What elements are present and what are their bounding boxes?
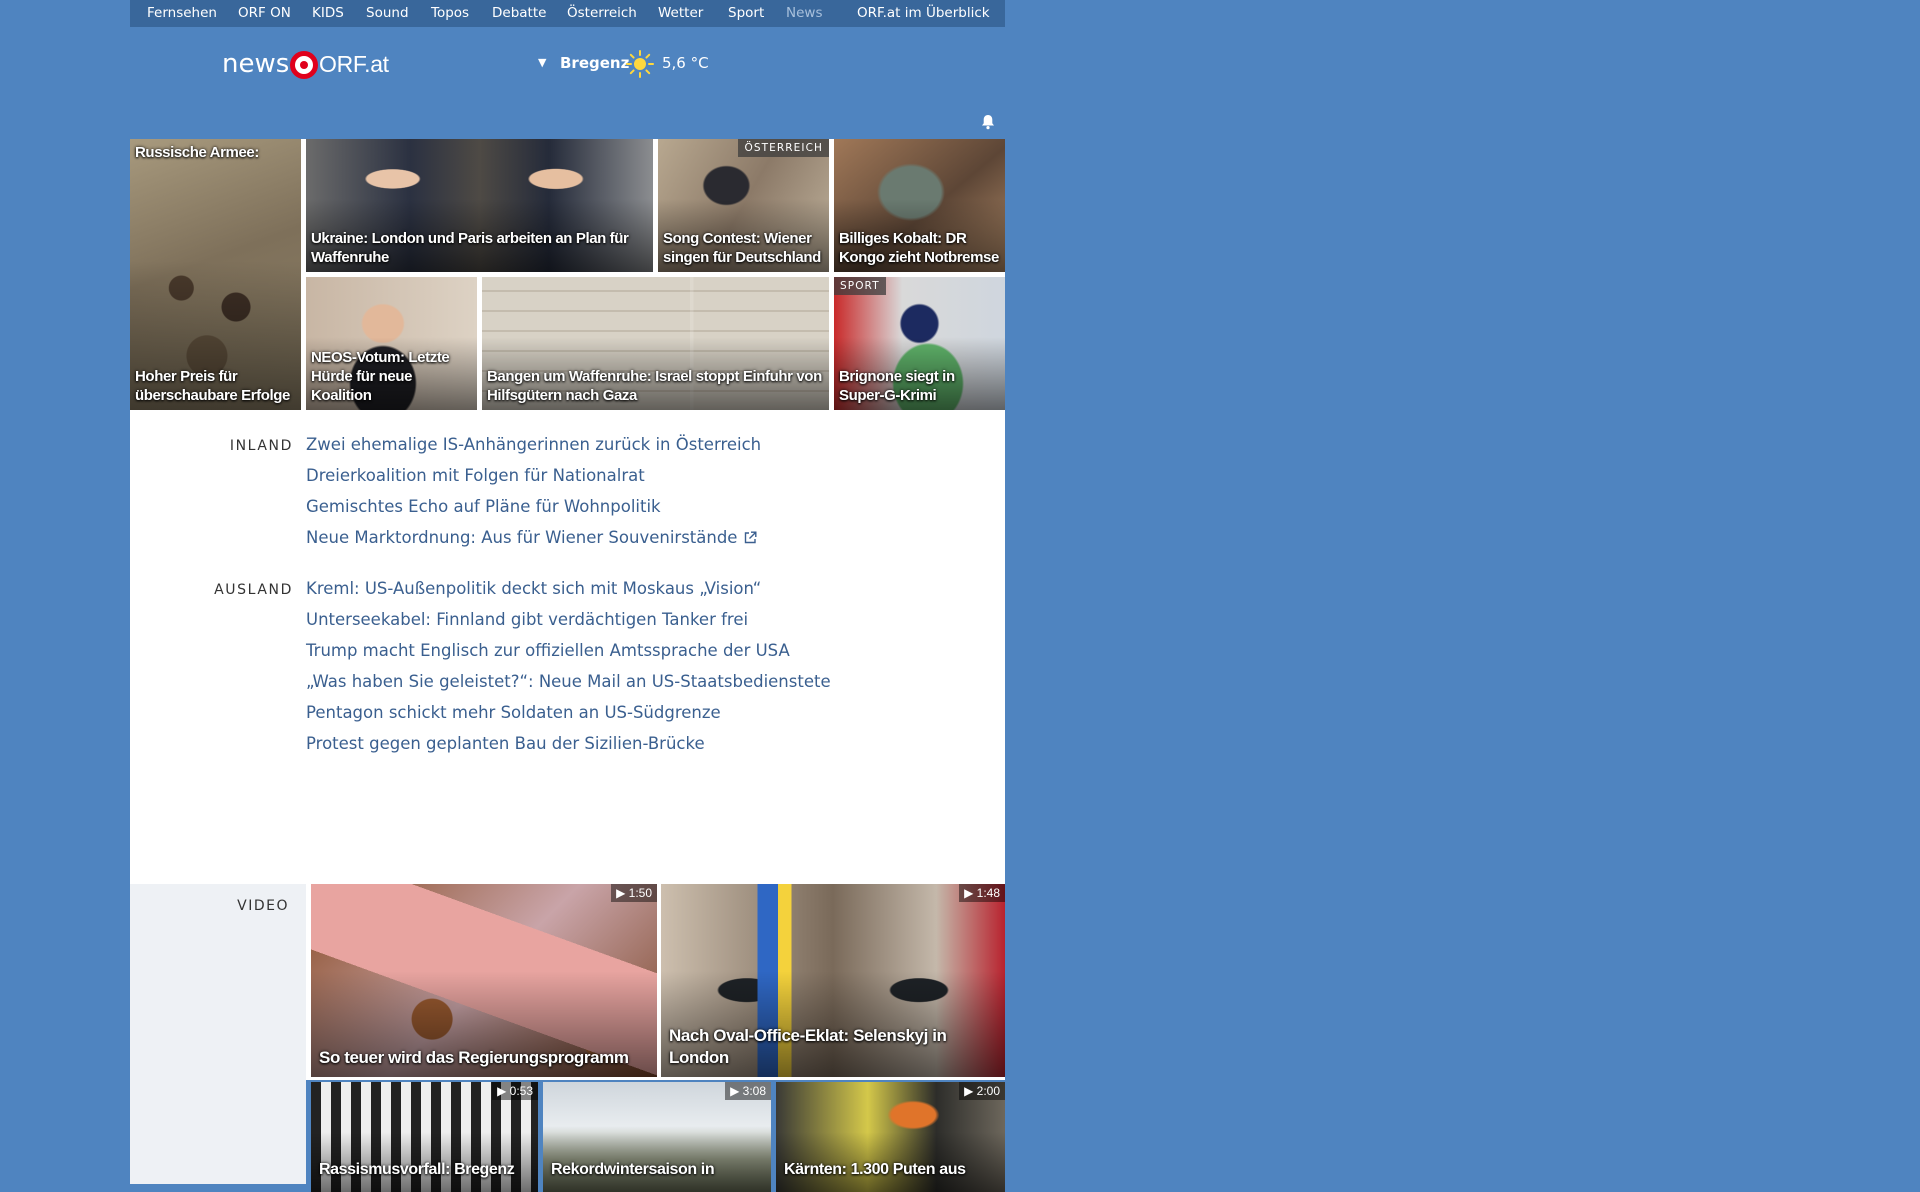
teaser-caption: Billiges Kobalt: DR Kongo zieht Notbrems…: [839, 229, 1002, 267]
video-section-bg: [130, 884, 306, 1184]
teaser-brignone[interactable]: SPORT Brignone siegt in Super-G-Krimi: [834, 277, 1005, 410]
headline-ausland-6[interactable]: Protest gegen geplanten Bau der Sizilien…: [306, 734, 705, 753]
headline-ausland-5[interactable]: Pentagon schickt mehr Soldaten an US-Süd…: [306, 703, 721, 722]
teaser-caption: Brignone siegt in Super-G-Krimi: [839, 367, 1002, 405]
logo-news-text: news: [222, 49, 289, 79]
headline-ausland-4[interactable]: „Was haben Sie geleistet?“: Neue Mail an…: [306, 672, 831, 691]
headline-ausland-3[interactable]: Trump macht Englisch zur offiziellen Amt…: [306, 641, 790, 660]
teaser-caption: NEOS-Votum: Letzte Hürde für neue Koalit…: [311, 348, 474, 405]
video-duration-value: 1:48: [977, 886, 1000, 900]
video-duration-value: 1:50: [629, 886, 652, 900]
section-label-ausland: AUSLAND: [214, 582, 293, 598]
nav-fernsehen[interactable]: Fernsehen: [147, 5, 217, 21]
video-caption: So teuer wird das Regierungsprogramm: [319, 1047, 654, 1069]
top-navigation: Fernsehen ORF ON KIDS Sound Topos Debatt…: [130, 0, 1005, 27]
video-duration: ▶ 3:08: [725, 1082, 771, 1100]
orf-eye-icon: [290, 51, 318, 79]
weather-temperature: 5,6 °C: [662, 54, 709, 72]
nav-oesterreich[interactable]: Österreich: [567, 5, 637, 21]
logo-orf-text: ORF.at: [319, 51, 389, 78]
content-panel: Russische Armee: Hoher Preis für übersch…: [130, 104, 1005, 1080]
teaser-ukraine[interactable]: Ukraine: London und Paris arbeiten an Pl…: [306, 139, 653, 272]
sun-icon: [626, 50, 654, 78]
teaser-caption: Song Contest: Wiener singen für Deutschl…: [663, 229, 826, 267]
dropdown-triangle-icon: ▼: [538, 56, 546, 69]
nav-sport[interactable]: Sport: [728, 5, 764, 21]
nav-topos[interactable]: Topos: [431, 5, 469, 21]
headline-inland-1[interactable]: Zwei ehemalige IS-Anhängerinnen zurück i…: [306, 435, 761, 454]
nav-kids[interactable]: KIDS: [312, 5, 344, 21]
site-header: news ORF.at ▼ Bregenz 5,6 °C: [130, 27, 1005, 104]
teaser-caption: Hoher Preis für überschaubare Erfolge: [135, 367, 298, 405]
headline-inland-2[interactable]: Dreierkoalition mit Folgen für Nationalr…: [306, 466, 645, 485]
teaser-caption-top: Russische Armee:: [135, 143, 298, 162]
video-rekordwintersaison[interactable]: ▶ 3:08 Rekordwintersaison in: [543, 1082, 771, 1192]
video-rassismusvorfall[interactable]: ▶ 0:53 Rassismusvorfall: Bregenz: [311, 1082, 538, 1192]
video-caption: Nach Oval-Office-Eklat: Selenskyj in Lon…: [669, 1025, 1002, 1069]
video-regierungsprogramm[interactable]: ▶ 1:50 So teuer wird das Regierungsprogr…: [311, 884, 657, 1077]
bell-icon[interactable]: [981, 114, 995, 130]
nav-sound[interactable]: Sound: [366, 5, 409, 21]
video-duration: ▶ 2:00: [959, 1082, 1005, 1100]
nav-news[interactable]: News: [786, 5, 822, 21]
video-selenskyj[interactable]: ▶ 1:48 Nach Oval-Office-Eklat: Selenskyj…: [661, 884, 1005, 1077]
headline-inland-3[interactable]: Gemischtes Echo auf Pläne für Wohnpoliti…: [306, 497, 661, 516]
section-label-video: VIDEO: [130, 898, 289, 914]
headline-ausland-1[interactable]: Kreml: US-Außenpolitik deckt sich mit Mo…: [306, 579, 761, 598]
teaser-caption: Bangen um Waffenruhe: Israel stoppt Einf…: [487, 367, 826, 405]
video-caption: Rekordwintersaison in: [551, 1160, 768, 1179]
teaser-kobalt[interactable]: Billiges Kobalt: DR Kongo zieht Notbrems…: [834, 139, 1005, 272]
headline-inland-4-row[interactable]: Neue Marktordnung: Aus für Wiener Souven…: [306, 528, 757, 547]
nav-wetter[interactable]: Wetter: [658, 5, 703, 21]
nav-orf-on[interactable]: ORF ON: [238, 5, 291, 21]
video-kaernten[interactable]: ▶ 2:00 Kärnten: 1.300 Puten aus: [776, 1082, 1005, 1192]
video-duration-value: 2:00: [977, 1084, 1000, 1098]
weather-city: Bregenz: [560, 54, 629, 72]
video-caption: Rassismusvorfall: Bregenz: [319, 1160, 535, 1179]
video-duration-value: 3:08: [743, 1084, 766, 1098]
video-duration: ▶ 0:53: [492, 1082, 538, 1100]
nav-overview[interactable]: ORF.at im Überblick: [857, 5, 990, 21]
headline-inland-4[interactable]: Neue Marktordnung: Aus für Wiener Souven…: [306, 528, 737, 547]
teaser-song-contest[interactable]: ÖSTERREICH Song Contest: Wiener singen f…: [658, 139, 829, 272]
category-tag: SPORT: [834, 277, 886, 295]
category-tag: ÖSTERREICH: [738, 139, 829, 157]
nav-debatte[interactable]: Debatte: [492, 5, 546, 21]
teaser-neos[interactable]: NEOS-Votum: Letzte Hürde für neue Koalit…: [306, 277, 477, 410]
teaser-caption: Ukraine: London und Paris arbeiten an Pl…: [311, 229, 650, 267]
alert-bar: [130, 104, 1005, 139]
video-duration-value: 0:53: [510, 1084, 533, 1098]
page-column: Fernsehen ORF ON KIDS Sound Topos Debatt…: [130, 0, 1005, 1080]
external-link-icon: [744, 531, 757, 544]
teaser-russische-armee[interactable]: Russische Armee: Hoher Preis für übersch…: [130, 139, 301, 410]
video-duration: ▶ 1:50: [611, 884, 657, 902]
video-caption: Kärnten: 1.300 Puten aus: [784, 1160, 1002, 1179]
section-label-inland: INLAND: [230, 438, 293, 454]
teaser-waffenruhe[interactable]: Bangen um Waffenruhe: Israel stoppt Einf…: [482, 277, 829, 410]
video-duration: ▶ 1:48: [959, 884, 1005, 902]
headline-ausland-2[interactable]: Unterseekabel: Finnland gibt verdächtige…: [306, 610, 748, 629]
